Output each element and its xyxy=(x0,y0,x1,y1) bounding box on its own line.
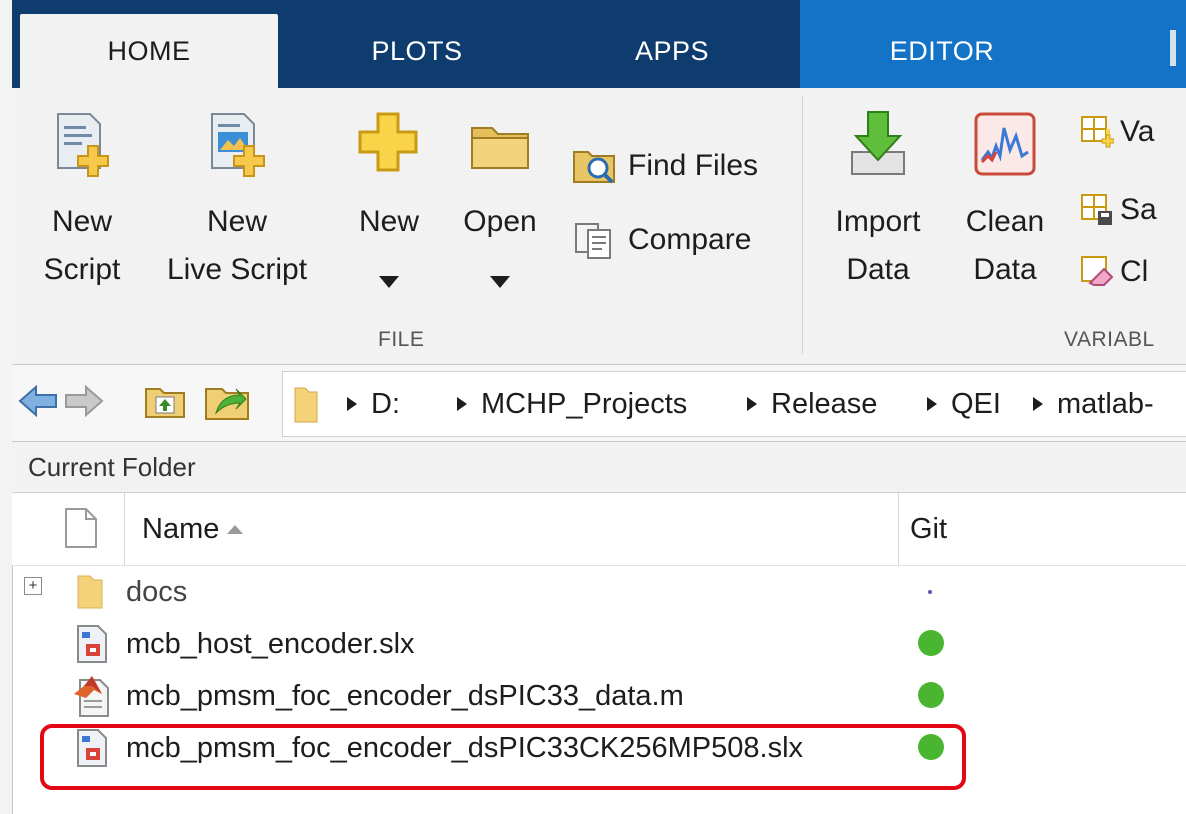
clean-data-label-1: Clean xyxy=(965,205,1045,238)
matlab-window: HOME PLOTS APPS EDITOR New Script New Li… xyxy=(0,0,1186,814)
current-folder-header: Current Folder xyxy=(12,442,1186,493)
tab-home[interactable]: HOME xyxy=(20,14,278,88)
new-script-icon xyxy=(57,113,109,177)
import-data-icon xyxy=(851,111,905,175)
tab-apps[interactable]: APPS xyxy=(572,14,772,88)
clear-workspace-button[interactable]: Cl xyxy=(1080,248,1148,296)
next-tab-edge xyxy=(1170,30,1176,66)
save-workspace-label: Sa xyxy=(1120,193,1157,226)
folder-icon xyxy=(471,127,529,169)
breadcrumb-separator-icon xyxy=(457,397,467,411)
open-label: Open xyxy=(463,205,537,238)
ribbon-group-separator xyxy=(802,96,803,354)
git-column-header[interactable]: Git xyxy=(910,493,947,565)
breadcrumb-label: QEI xyxy=(951,387,1001,420)
git-status-untracked-icon xyxy=(928,590,932,594)
new-label: New xyxy=(358,205,419,238)
file-name: mcb_host_encoder.slx xyxy=(126,627,415,660)
file-group-label: FILE xyxy=(378,328,425,351)
clean-data-icon xyxy=(974,112,1036,176)
git-column-label: Git xyxy=(910,512,948,545)
breadcrumb-label: Release xyxy=(771,387,878,420)
new-variable-icon xyxy=(1081,116,1114,148)
open-chevron-down-icon xyxy=(490,276,510,288)
folder-icon xyxy=(77,575,103,609)
find-files-button[interactable]: Find Files xyxy=(572,142,758,190)
breadcrumb-item-d[interactable]: D: xyxy=(347,372,400,436)
new-variable-button[interactable]: Va xyxy=(1080,108,1154,156)
open-dropdown-button[interactable]: Open xyxy=(452,94,548,334)
clean-data-label-2: Data xyxy=(973,253,1037,286)
new-chevron-down-icon xyxy=(379,276,399,288)
breadcrumb-separator-icon xyxy=(747,397,757,411)
browse-folder-icon[interactable] xyxy=(204,379,250,423)
matlab-script-icon xyxy=(74,676,109,717)
breadcrumb-separator-icon xyxy=(927,397,937,411)
file-name: docs xyxy=(126,575,188,608)
ribbon-home: New Script New Live Script New Open Find… xyxy=(12,88,1186,365)
clear-workspace-label: Cl xyxy=(1120,255,1149,288)
new-live-script-icon xyxy=(211,113,265,177)
git-status-unmodified-icon xyxy=(918,630,944,656)
clear-workspace-icon xyxy=(1081,256,1114,286)
find-files-icon xyxy=(573,151,615,184)
expand-icon[interactable]: + xyxy=(24,577,42,595)
save-workspace-button[interactable]: Sa xyxy=(1080,186,1157,234)
save-workspace-icon xyxy=(1081,194,1112,225)
simulink-model-icon xyxy=(77,625,107,663)
name-column-label: Name xyxy=(142,512,220,545)
panel-title: Current Folder xyxy=(28,451,196,482)
import-data-label-2: Data xyxy=(846,253,910,286)
import-data-label-1: Import xyxy=(835,205,921,238)
variable-group-label: VARIABL xyxy=(1064,328,1155,351)
tab-plots[interactable]: PLOTS xyxy=(312,14,522,88)
new-dropdown-button[interactable]: New xyxy=(346,94,432,334)
file-list-header: Name Git xyxy=(12,493,1186,566)
toolstrip-tabs: HOME PLOTS APPS EDITOR xyxy=(12,0,1186,88)
sort-ascending-icon xyxy=(227,524,244,534)
breadcrumb-separator-icon xyxy=(1033,397,1043,411)
address-bar: D: MCHP_Projects Release QEI matlab- xyxy=(12,365,1186,442)
compare-label: Compare xyxy=(628,223,752,256)
plus-icon xyxy=(358,112,418,172)
breadcrumb-separator-icon xyxy=(347,397,357,411)
import-data-button[interactable]: Import Data xyxy=(818,94,938,334)
up-one-level-icon[interactable] xyxy=(144,381,186,421)
git-status-unmodified-icon xyxy=(918,682,944,708)
file-row-docs[interactable]: + docs xyxy=(12,566,1186,618)
breadcrumb-label: matlab- xyxy=(1057,387,1154,420)
breadcrumb-item-mchp-projects[interactable]: MCHP_Projects xyxy=(457,372,687,436)
new-live-script-label-2: Live Script xyxy=(166,253,308,286)
path-box[interactable]: D: MCHP_Projects Release QEI matlab- xyxy=(282,371,1186,437)
compare-icon xyxy=(575,223,611,259)
file-name: mcb_pmsm_foc_encoder_dsPIC33_data.m xyxy=(126,679,684,712)
name-column-header[interactable]: Name xyxy=(142,493,244,565)
new-script-label-1: New xyxy=(51,205,112,238)
breadcrumb-item-matlab[interactable]: matlab- xyxy=(1033,372,1154,436)
folder-icon xyxy=(294,387,318,423)
highlight-annotation-box xyxy=(40,724,966,790)
compare-button[interactable]: Compare xyxy=(572,216,751,264)
new-script-button[interactable]: New Script xyxy=(28,94,136,334)
column-divider xyxy=(898,493,899,565)
clean-data-button[interactable]: Clean Data xyxy=(950,94,1060,334)
new-live-script-label-1: New xyxy=(206,205,267,238)
file-row-data-m[interactable]: mcb_pmsm_foc_encoder_dsPIC33_data.m xyxy=(12,670,1186,722)
new-script-label-2: Script xyxy=(43,253,121,286)
forward-arrow-icon[interactable] xyxy=(64,383,104,419)
column-divider xyxy=(124,493,125,565)
find-files-label: Find Files xyxy=(628,149,759,182)
tab-editor[interactable]: EDITOR xyxy=(832,14,1052,88)
file-type-column-icon[interactable] xyxy=(64,507,98,549)
new-variable-label: Va xyxy=(1120,115,1155,148)
new-live-script-button[interactable]: New Live Script xyxy=(152,94,322,334)
breadcrumb-item-qei[interactable]: QEI xyxy=(927,372,1001,436)
file-row-host-encoder[interactable]: mcb_host_encoder.slx xyxy=(12,618,1186,670)
breadcrumb-item-release[interactable]: Release xyxy=(747,372,877,436)
breadcrumb-label: D: xyxy=(371,387,400,420)
breadcrumb-label: MCHP_Projects xyxy=(481,387,688,420)
back-arrow-icon[interactable] xyxy=(18,383,58,419)
